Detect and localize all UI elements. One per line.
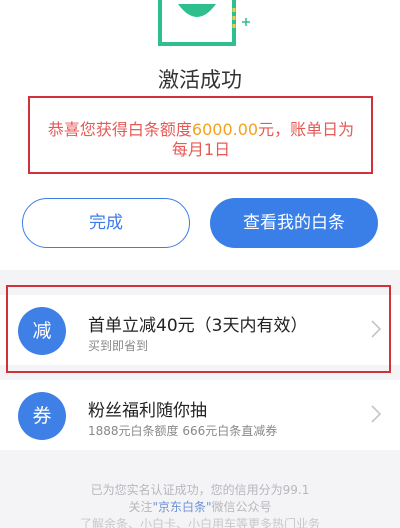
done-button[interactable]: 完成 [22,198,190,248]
footer-services-line: 了解余条、小白卡、小白用车等更多热门业务 [79,517,320,528]
message-prefix: 恭喜您获得白条额度 [47,120,192,139]
chevron-right-icon [371,405,382,423]
follow-suffix: 微信公众号 [211,500,272,514]
offer-title: 粉丝福利随你抽 [88,401,207,421]
page-title: 激活成功 [158,68,242,92]
offer-subtitle: 1888元白条额度 666元白条直减券 [88,424,278,438]
offer-card-coupon[interactable]: 券 粉丝福利随你抽 1888元白条额度 666元白条直减券 [0,380,400,450]
follow-prefix: 关注 [128,500,153,514]
footer-credit-line: 已为您实名认证成功，您的信用分为99.1 [90,483,310,497]
wechat-account-link[interactable]: "京东白条" [152,500,211,514]
view-baitiao-button[interactable]: 查看我的白条 [210,198,378,248]
success-illustration-icon [158,0,250,46]
offer-annotation-box [6,285,391,373]
success-panel: 激活成功 恭喜您获得白条额度6000.00元，账单日为每月1日 完成 查看我的白… [0,0,400,270]
activation-message: 恭喜您获得白条额度6000.00元，账单日为每月1日 [40,120,362,160]
footer-info: 已为您实名认证成功，您的信用分为99.1 关注"京东白条"微信公众号 了解余条、… [0,482,400,528]
credit-amount: 6000.00 [191,120,259,139]
coupon-badge: 券 [18,392,66,440]
footer-follow-line: 关注"京东白条"微信公众号 [0,499,400,516]
